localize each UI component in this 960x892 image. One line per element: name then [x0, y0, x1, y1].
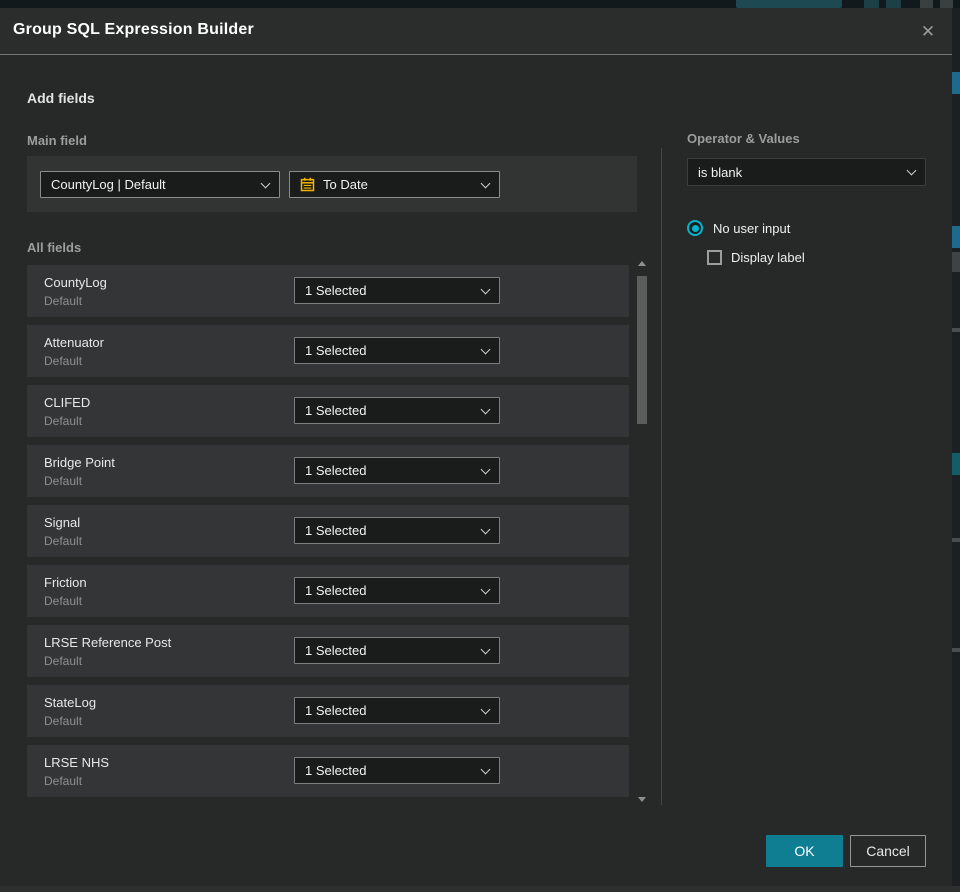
- field-selected-value: 1 Selected: [305, 343, 367, 358]
- field-row: LRSE NHS Default 1 Selected: [27, 745, 629, 797]
- field-selected-dropdown[interactable]: 1 Selected: [294, 457, 500, 484]
- field-selected-dropdown[interactable]: 1 Selected: [294, 277, 500, 304]
- operator-select[interactable]: is blank: [687, 158, 926, 186]
- chevron-down-icon: [480, 404, 491, 414]
- display-label-checkbox[interactable]: Display label: [707, 250, 805, 265]
- scroll-down-icon[interactable]: [638, 797, 646, 802]
- calendar-icon: [300, 177, 315, 192]
- field-row: StateLog Default 1 Selected: [27, 685, 629, 737]
- scroll-up-icon[interactable]: [638, 261, 646, 266]
- field-selected-dropdown[interactable]: 1 Selected: [294, 697, 500, 724]
- chevron-down-icon: [480, 178, 491, 188]
- background-toolbar-icon: [940, 0, 953, 8]
- operator-select-value: is blank: [698, 164, 743, 180]
- chevron-down-icon: [480, 464, 491, 474]
- ok-button[interactable]: OK: [766, 835, 843, 867]
- field-selected-value: 1 Selected: [305, 763, 367, 778]
- field-row: CLIFED Default 1 Selected: [27, 385, 629, 437]
- live-view-button[interactable]: Live view: [736, 0, 842, 8]
- main-field-label: Main field: [27, 133, 87, 148]
- dialog-titlebar: Group SQL Expression Builder ✕: [0, 8, 952, 55]
- live-view-label: Live view: [760, 0, 809, 2]
- background-toolbar-icon: [920, 0, 933, 8]
- all-fields-label: All fields: [27, 240, 82, 255]
- field-row: Bridge Point Default 1 Selected: [27, 445, 629, 497]
- background-app-strip: Live view: [0, 0, 960, 8]
- no-user-input-label: No user input: [713, 220, 791, 236]
- dialog-title: Group SQL Expression Builder: [13, 21, 254, 38]
- field-row: LRSE Reference Post Default 1 Selected: [27, 625, 629, 677]
- main-field-panel: CountyLog | Default To Date: [27, 156, 637, 212]
- main-field-value-select[interactable]: To Date: [289, 171, 500, 198]
- add-fields-heading: Add fields: [27, 90, 95, 106]
- display-label-label: Display label: [731, 250, 805, 265]
- field-selected-dropdown[interactable]: 1 Selected: [294, 397, 500, 424]
- field-selected-value: 1 Selected: [305, 583, 367, 598]
- chevron-down-icon: [480, 524, 491, 534]
- chevron-down-icon: [480, 704, 491, 714]
- background-bottom-sliver: [0, 886, 960, 892]
- chevron-down-icon: [480, 284, 491, 294]
- no-user-input-radio[interactable]: No user input: [687, 220, 790, 236]
- checkbox-unchecked-icon: [707, 250, 722, 265]
- chevron-down-icon: [480, 764, 491, 774]
- field-selected-value: 1 Selected: [305, 643, 367, 658]
- field-row: Attenuator Default 1 Selected: [27, 325, 629, 377]
- main-field-select[interactable]: CountyLog | Default: [40, 171, 280, 198]
- field-selected-value: 1 Selected: [305, 703, 367, 718]
- field-row: Friction Default 1 Selected: [27, 565, 629, 617]
- main-field-select-value: CountyLog | Default: [51, 177, 166, 192]
- background-toolbar-icon: [864, 0, 879, 8]
- chevron-down-icon: [480, 644, 491, 654]
- chevron-down-icon: [480, 584, 491, 594]
- chevron-down-icon: [260, 178, 271, 188]
- background-right-sliver: [952, 8, 960, 892]
- field-row: Signal Default 1 Selected: [27, 505, 629, 557]
- field-row: CountyLog Default 1 Selected: [27, 265, 629, 317]
- field-selected-dropdown[interactable]: 1 Selected: [294, 337, 500, 364]
- field-selected-value: 1 Selected: [305, 403, 367, 418]
- field-selected-value: 1 Selected: [305, 463, 367, 478]
- field-selected-value: 1 Selected: [305, 283, 367, 298]
- list-scrollbar[interactable]: [636, 258, 649, 805]
- close-icon[interactable]: ✕: [914, 18, 942, 46]
- chevron-down-icon: [906, 165, 917, 176]
- field-selected-value: 1 Selected: [305, 523, 367, 538]
- cancel-button[interactable]: Cancel: [850, 835, 926, 867]
- field-selected-dropdown[interactable]: 1 Selected: [294, 577, 500, 604]
- background-toolbar-icon: [886, 0, 901, 8]
- radio-selected-icon: [687, 220, 703, 236]
- scrollbar-thumb[interactable]: [637, 276, 647, 424]
- chevron-down-icon: [480, 344, 491, 354]
- all-fields-list: CountyLog Default 1 Selected Attenuator …: [27, 265, 629, 805]
- operator-values-label: Operator & Values: [687, 131, 800, 146]
- main-field-value-select-value: To Date: [323, 177, 368, 192]
- field-selected-dropdown[interactable]: 1 Selected: [294, 757, 500, 784]
- field-selected-dropdown[interactable]: 1 Selected: [294, 637, 500, 664]
- panel-divider: [661, 148, 662, 805]
- field-selected-dropdown[interactable]: 1 Selected: [294, 517, 500, 544]
